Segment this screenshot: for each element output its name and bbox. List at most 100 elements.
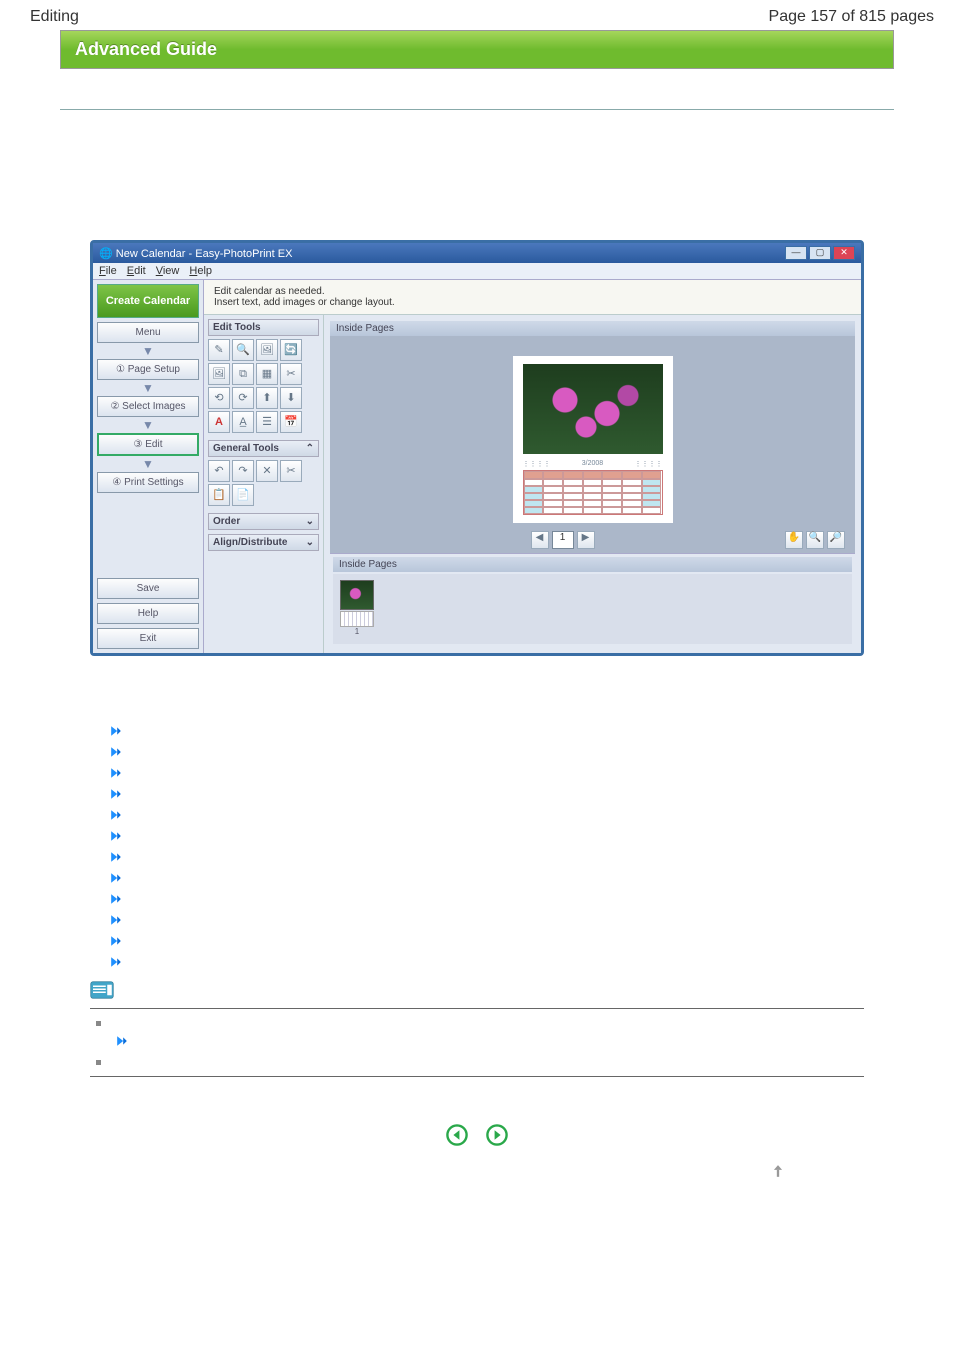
redo-icon[interactable]: ↷ [232, 460, 254, 482]
menu-help[interactable]: Help [189, 265, 212, 277]
note-icon [90, 980, 114, 1000]
arrow-right-icon [110, 746, 122, 758]
square-bullet-icon [96, 1060, 101, 1065]
copy-icon[interactable]: 📋 [208, 484, 230, 506]
list-item [110, 869, 864, 890]
zoom-in-icon[interactable]: 🔍 [806, 531, 824, 549]
edit-tools-panel: Edit Tools ✎ 🔍 🖼 🔄 🖼 ⧉ ▦ ✂ [204, 315, 324, 653]
list-item [110, 911, 864, 932]
tool-picture-icon[interactable]: 🖼 [208, 363, 230, 385]
prev-page-icon[interactable] [445, 1123, 469, 1147]
page-indicator: Page 157 of 815 pages [769, 8, 934, 26]
tool-edit-icon[interactable]: ✎ [208, 339, 230, 361]
list-item [110, 932, 864, 953]
window-title: New Calendar - Easy-PhotoPrint EX [116, 248, 293, 260]
cal-month-label: 3/2008 [582, 460, 603, 468]
list-item [110, 785, 864, 806]
cal-next-tiny: ⋮⋮⋮⋮ [634, 460, 662, 468]
arrow-right-icon [116, 1035, 128, 1047]
tool-calendar-icon[interactable]: 📅 [280, 411, 302, 433]
menu-file[interactable]: File [99, 265, 117, 277]
calendar-grid [523, 470, 663, 515]
arrow-right-icon [110, 788, 122, 800]
tool-zoom-icon[interactable]: 🔍 [232, 339, 254, 361]
list-item [110, 827, 864, 848]
close-button[interactable]: ✕ [833, 246, 855, 260]
tool-rotate-icon[interactable]: ⟳ [232, 387, 254, 409]
bullets-section [0, 686, 954, 1095]
menu-view[interactable]: View [156, 265, 180, 277]
list-item [110, 890, 864, 911]
maximize-button[interactable]: ▢ [809, 246, 831, 260]
step-page-setup[interactable]: ① Page Setup [97, 359, 199, 380]
delete-icon[interactable]: ✕ [256, 460, 278, 482]
create-calendar-header: Create Calendar [97, 284, 199, 318]
arrow-right-icon [110, 935, 122, 947]
undo-icon[interactable]: ↶ [208, 460, 230, 482]
arrow-down-icon: ▼ [97, 384, 199, 392]
list-item [110, 806, 864, 827]
list-item [110, 848, 864, 869]
canvas-title: Inside Pages [330, 321, 855, 336]
order-header[interactable]: Order⌄ [208, 513, 319, 530]
thumbnail-cal [340, 611, 374, 627]
thumbnail-item[interactable]: 1 [339, 580, 375, 638]
advanced-guide-banner: Advanced Guide [60, 30, 894, 69]
tool-image-swap-icon[interactable]: 🔄 [280, 339, 302, 361]
divider [90, 1008, 864, 1009]
arrow-right-icon [110, 914, 122, 926]
hint-line-2: Insert text, add images or change layout… [214, 297, 851, 308]
align-header[interactable]: Align/Distribute⌄ [208, 534, 319, 551]
thumbnail-image [340, 580, 374, 610]
thumbbar-title: Inside Pages [333, 557, 852, 572]
arrow-right-icon [110, 830, 122, 842]
hint-bar: Edit calendar as needed. Insert text, ad… [204, 280, 861, 315]
tool-frame-icon[interactable]: ⧉ [232, 363, 254, 385]
cal-prev-tiny: ⋮⋮⋮⋮ [523, 460, 551, 468]
hand-tool-icon[interactable]: ✋ [785, 531, 803, 549]
minimize-button[interactable]: — [785, 246, 807, 260]
arrow-down-icon: ▼ [97, 421, 199, 429]
divider [90, 1076, 864, 1077]
calendar-preview[interactable]: ⋮⋮⋮⋮ 3/2008 ⋮⋮⋮⋮ [513, 356, 673, 523]
titlebar: 🌐 New Calendar - Easy-PhotoPrint EX — ▢ … [93, 243, 861, 263]
tool-crop-icon[interactable]: ✂ [280, 363, 302, 385]
help-button[interactable]: Help [97, 603, 199, 624]
page-number: 1 [552, 531, 574, 549]
arrow-down-icon: ▼ [97, 347, 199, 355]
tool-move-front-icon[interactable]: ⬆ [256, 387, 278, 409]
tool-flip-icon[interactable]: ⟲ [208, 387, 230, 409]
step-print-settings[interactable]: ④ Print Settings [97, 472, 199, 493]
hint-line-1: Edit calendar as needed. [214, 286, 851, 297]
list-item [110, 953, 864, 974]
arrow-down-icon: ▼ [97, 460, 199, 468]
next-page-button[interactable]: ▶ [577, 531, 595, 549]
menubar: File Edit View Help [93, 263, 861, 280]
tool-text-icon[interactable]: A [208, 411, 230, 433]
paste-icon[interactable]: 📄 [232, 484, 254, 506]
sidebar: Create Calendar Menu ▼ ① Page Setup ▼ ② … [93, 280, 203, 653]
arrow-right-icon [110, 872, 122, 884]
note-item-2 [90, 1056, 864, 1068]
prev-page-button[interactable]: ◀ [531, 531, 549, 549]
page-top-icon[interactable] [772, 1164, 784, 1178]
tool-move-back-icon[interactable]: ⬇ [280, 387, 302, 409]
cut-icon[interactable]: ✂ [280, 460, 302, 482]
step-select-images[interactable]: ② Select Images [97, 396, 199, 417]
tool-layout-icon[interactable]: ▦ [256, 363, 278, 385]
arrow-right-icon [110, 956, 122, 968]
step-edit[interactable]: ③ Edit [97, 433, 199, 456]
arrow-right-icon [110, 725, 122, 737]
zoom-out-icon[interactable]: 🔎 [827, 531, 845, 549]
thumb-bar: Inside Pages 1 [330, 553, 855, 647]
exit-button[interactable]: Exit [97, 628, 199, 649]
app-window: 🌐 New Calendar - Easy-PhotoPrint EX — ▢ … [90, 240, 864, 656]
tool-text-edit-icon[interactable]: ☰ [256, 411, 278, 433]
menu-edit[interactable]: Edit [127, 265, 146, 277]
tool-image-add-icon[interactable]: 🖼 [256, 339, 278, 361]
list-item [110, 722, 864, 743]
next-page-icon[interactable] [485, 1123, 509, 1147]
save-button[interactable]: Save [97, 578, 199, 599]
tool-text-style-icon[interactable]: A̲ [232, 411, 254, 433]
menu-button[interactable]: Menu [97, 322, 199, 343]
